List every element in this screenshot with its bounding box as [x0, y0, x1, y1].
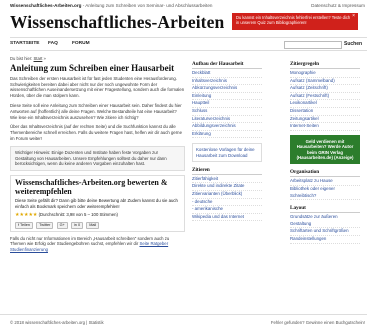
facebook-share-button[interactable]: f Teilen — [15, 221, 33, 229]
grin-ad-banner[interactable]: Geld verdienen mit Hausarbeiten? Werde A… — [290, 134, 360, 165]
search-input[interactable] — [284, 41, 342, 49]
link-wikipedia[interactable]: Wikipedia und das Internet — [192, 214, 262, 222]
citation-rules-sidebar: Zitiergregeln Monographie Aufsatz (Samme… — [290, 61, 360, 244]
link-direkte-indirekte-zitate[interactable]: Direkte und indirekte Zitate — [192, 183, 262, 191]
quiz-alert-banner[interactable]: Du kannst ein Inhaltsverzeichnis fehlerf… — [232, 13, 358, 30]
footer: © 2018 wissenschaftliches-arbeiten.org |… — [0, 314, 367, 328]
link-einleitung[interactable]: Einleitung — [192, 93, 262, 101]
star-rating-icon[interactable]: ★★★★★ — [15, 212, 37, 218]
link-schriftarten[interactable]: Schriftarten und Schriftgrößen — [290, 228, 360, 236]
site-logo[interactable]: Wissenschaftliches-Arbeiten — [10, 12, 224, 33]
rating-title: Wissenschaftliches-Arbeiten.org bewerten… — [15, 178, 168, 196]
footer-feedback-link[interactable]: Fehler gefunden? Gewinne einen Buchgutsc… — [271, 320, 365, 325]
link-inhaltsverzeichnis[interactable]: Inhaltsverzeichnis — [192, 78, 262, 86]
link-aufsatz-festschrift[interactable]: Aufsatz (Festschrift) — [290, 93, 360, 101]
link-randeinstellungen[interactable]: Randeinstellungen — [290, 236, 360, 244]
rating-text: Diese Seite gefällt dir? Dann gib bitte … — [15, 198, 178, 209]
structure-sidebar: Aufbau der Hausarbeit Deckblatt Inhaltsv… — [192, 61, 262, 222]
purpose-paragraph: Diese Seite soll eine Anleitung zum Schr… — [10, 102, 182, 120]
link-erklaerung[interactable]: Erklärung — [192, 131, 262, 139]
template-download-link[interactable]: Kostenlose Vorlagen für deine Hausarbeit… — [192, 143, 262, 162]
link-schluss[interactable]: Schluss — [192, 108, 262, 116]
citation-heading: Zitieren — [192, 167, 262, 175]
link-abkuerzungsverzeichnis[interactable]: Abkürzungsverzeichnis — [192, 85, 262, 93]
mail-share-button[interactable]: Mail — [86, 221, 100, 229]
link-aufsatz-sammelband[interactable]: Aufsatz (Sammelband) — [290, 78, 360, 86]
citation-rules-heading: Zitiergregeln — [290, 61, 360, 69]
rating-box: Wissenschaftliches-Arbeiten.org bewerten… — [10, 175, 185, 232]
link-literaturverzeichnis[interactable]: Literaturverzeichnis — [192, 116, 262, 124]
link-dissertation[interactable]: Dissertation — [290, 108, 360, 116]
link-hauptteil[interactable]: Hauptteil — [192, 100, 262, 108]
link-abbildungsverzeichnis[interactable]: Abbildungsverzeichnis — [192, 123, 262, 131]
nav-forum[interactable]: FORUM — [72, 41, 90, 46]
nav-startseite[interactable]: STARTSEITE — [10, 41, 40, 46]
top-bar: Wissenschaftliches-Arbeiten.org - Anleit… — [0, 0, 367, 10]
googleplus-share-button[interactable]: G+ — [56, 221, 68, 229]
link-bibliothek[interactable]: Bibliothek oder eigener Schreibtisch? — [290, 186, 360, 201]
page-title: Anleitung zum Schreiben einer Hausarbeit — [10, 62, 175, 73]
link-deutsche[interactable]: - deutsche — [192, 199, 262, 207]
navigation-paragraph: Über das Inhaltsverzeichnis (auf der rec… — [10, 124, 182, 141]
link-zitierfaehigkeit[interactable]: Zitierfähigkeit — [192, 176, 262, 184]
main-content: Du bist hier: Start » Anleitung zum Schr… — [10, 56, 185, 257]
structure-heading: Aufbau der Hausarbeit — [192, 61, 262, 69]
breadcrumb: Du bist hier: Start » — [10, 56, 46, 61]
footer-copyright: © 2018 wissenschaftliches-arbeiten.org |… — [10, 320, 104, 325]
link-zeitungsartikel[interactable]: Zeitungsartikel — [290, 116, 360, 124]
rating-summary: (Durchschnitt: 3,98 von 5 – 100 Stimmen) — [38, 211, 118, 217]
linkedin-share-button[interactable]: in 0 — [70, 221, 84, 229]
link-internet-seiten[interactable]: Internet-Seiten — [290, 123, 360, 131]
share-buttons: f Teilen Twitter G+ in 0 Mail — [15, 221, 180, 229]
nav-faq[interactable]: FAQ — [48, 41, 58, 46]
site-name: Wissenschaftliches-Arbeiten.org - Anleit… — [10, 3, 213, 8]
close-icon[interactable]: × — [352, 13, 355, 19]
link-arbeitsplatz[interactable]: Arbeitsplatz zu Hause — [290, 178, 360, 186]
alert-text[interactable]: Du kannst ein Inhaltsverzeichnis fehlerf… — [236, 15, 350, 25]
breadcrumb-start-link[interactable]: Start — [34, 56, 43, 61]
intro-paragraph: Das Schreiben der ersten Hausarbeit ist … — [10, 75, 185, 99]
layout-heading: Layout — [290, 205, 360, 214]
link-lexikonartikel[interactable]: Lexikonartikel — [290, 100, 360, 108]
search-button[interactable]: Suchen — [344, 41, 362, 47]
link-aufsatz-zeitschrift[interactable]: Aufsatz (Zeitschrift) — [290, 85, 360, 93]
finance-paragraph: Falls du nicht nur Informationen im Bere… — [10, 235, 170, 253]
privacy-link[interactable]: Datenschutz & Impressum — [311, 3, 365, 8]
link-amerikanische[interactable]: - amerikanische — [192, 206, 262, 214]
twitter-share-button[interactable]: Twitter — [36, 221, 54, 229]
link-grundsaetze[interactable]: Grundsätze zur äußeren Gestaltung — [290, 214, 360, 229]
link-zitiervarianten[interactable]: Zitiervarianten (Überblick) — [192, 191, 262, 199]
organisation-heading: Organisation — [290, 169, 360, 178]
link-monographie[interactable]: Monographie — [290, 70, 360, 78]
link-deckblatt[interactable]: Deckblatt — [192, 70, 262, 78]
important-note: Wichtiger Hinweis: Einige Dozenten und I… — [10, 145, 185, 172]
